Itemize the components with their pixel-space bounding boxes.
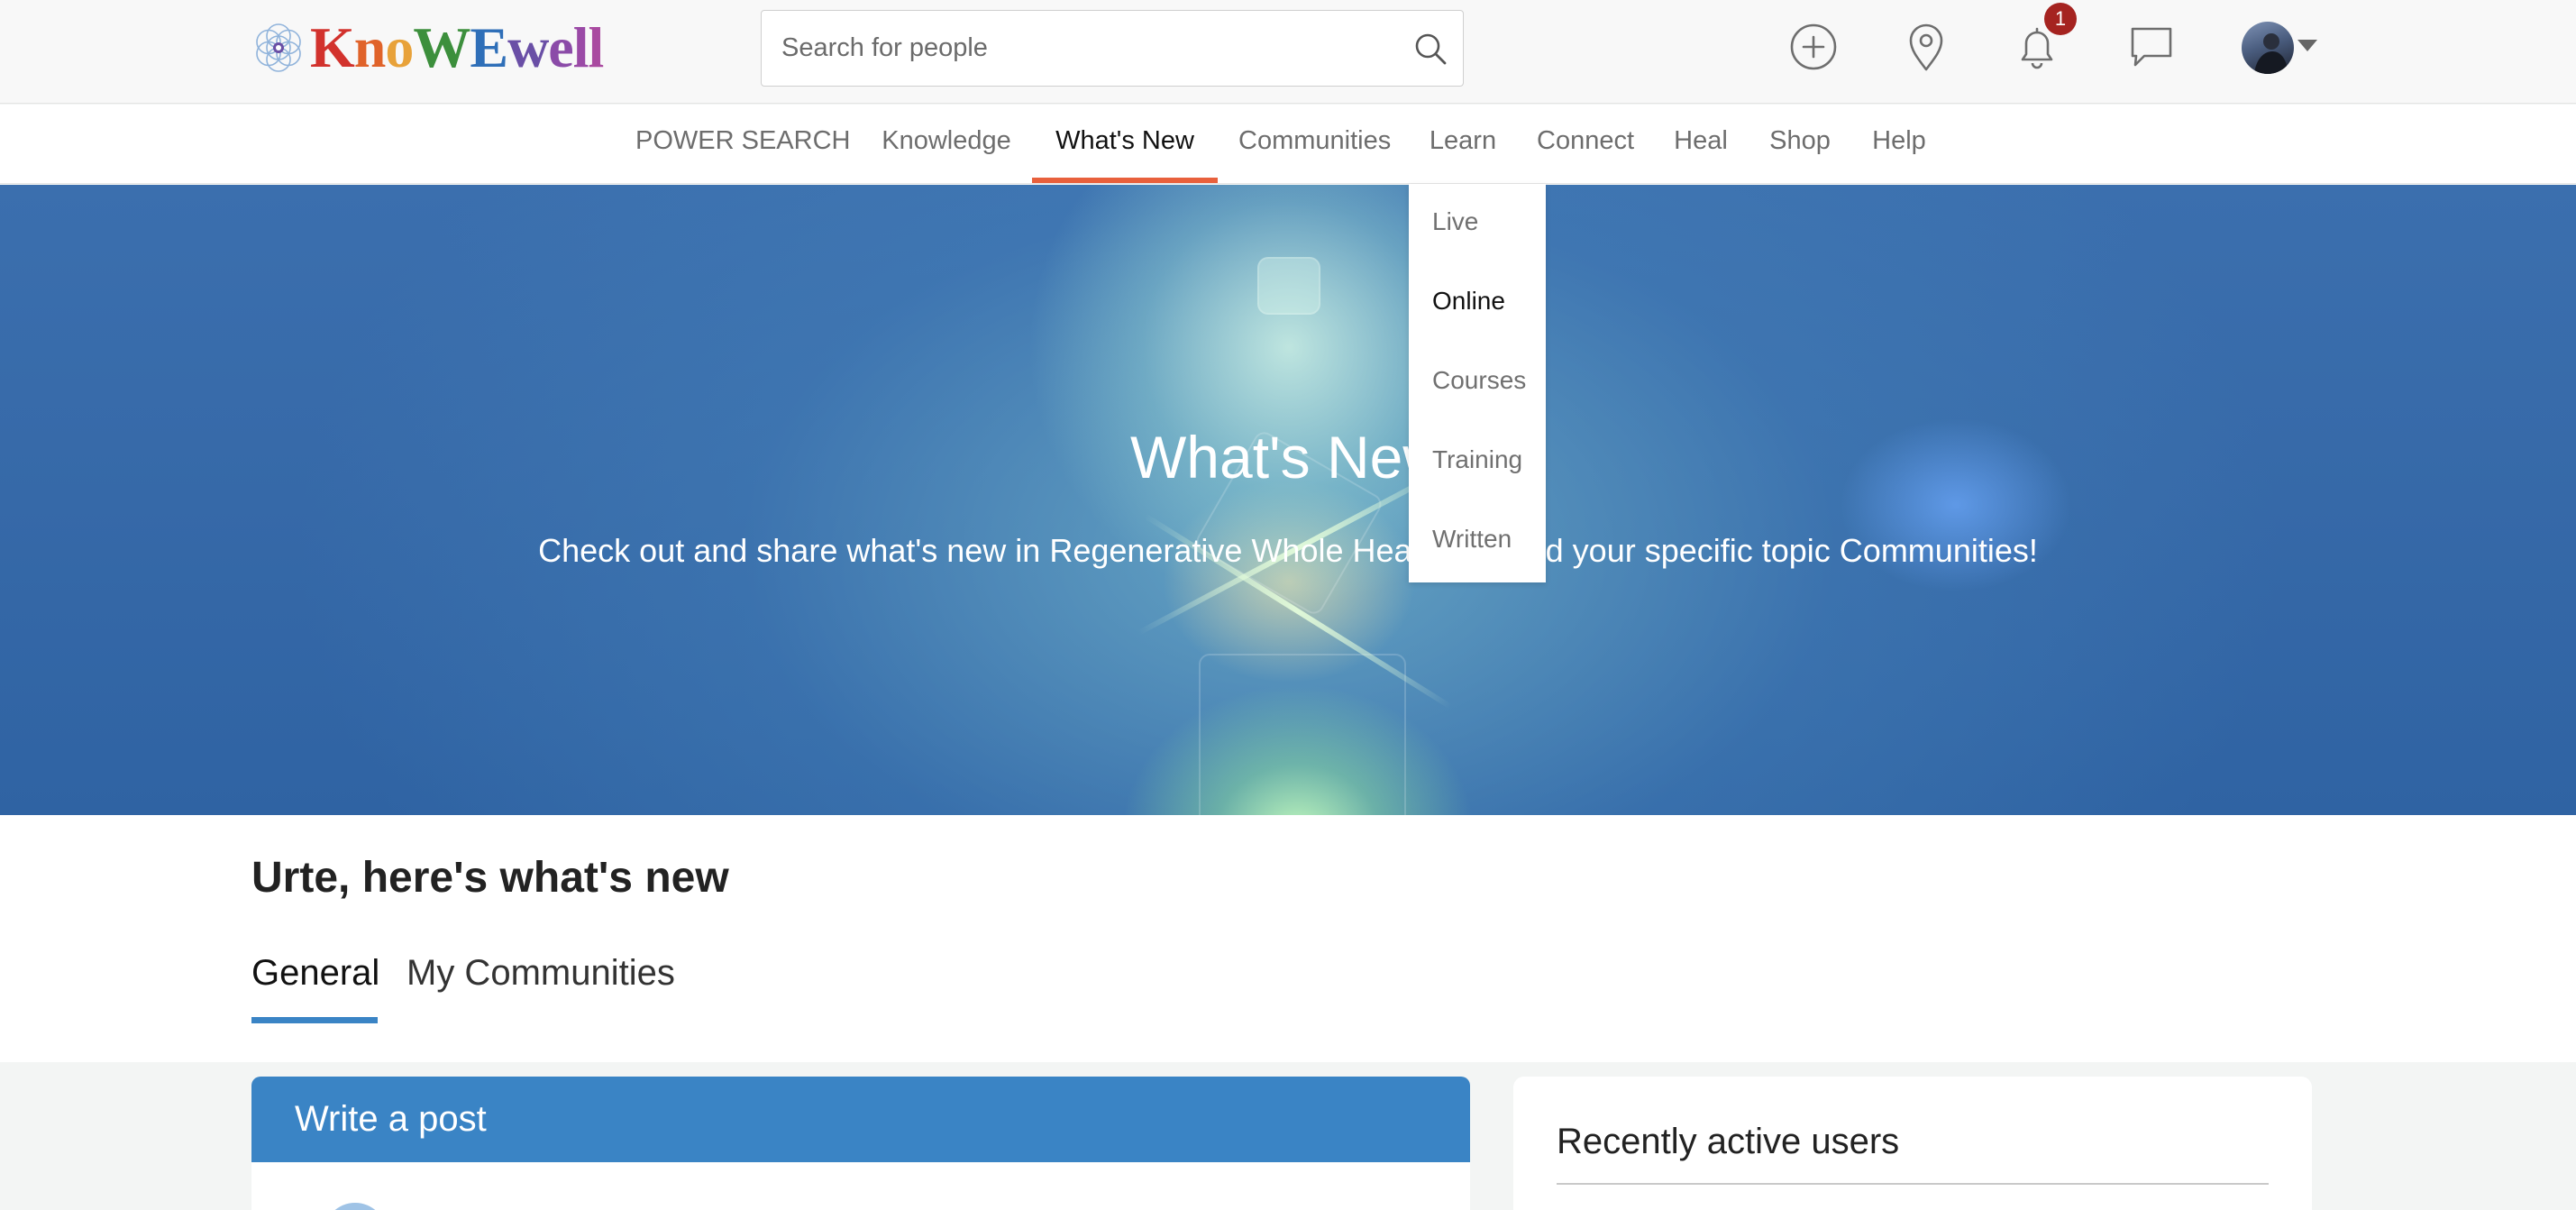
tab-active-indicator <box>251 1017 378 1023</box>
nav-power-search[interactable]: POWER SEARCH <box>635 105 850 184</box>
hero-banner: What's New Check out and share what's ne… <box>0 185 2576 815</box>
menu-item-live[interactable]: Live <box>1432 204 1478 240</box>
feed-header: Urte, here's what's new General My Commu… <box>0 815 2576 1062</box>
nav-whats-new[interactable]: What's New <box>1032 105 1218 184</box>
write-post-header: Write a post <box>251 1077 1470 1162</box>
location-pin-icon[interactable] <box>1899 20 1953 74</box>
menu-item-online[interactable]: Online <box>1432 283 1505 319</box>
logo-letter: n <box>353 15 387 79</box>
menu-item-training[interactable]: Training <box>1432 442 1522 478</box>
hero-title: What's New <box>1129 424 1446 490</box>
chevron-down-icon[interactable] <box>2297 40 2317 51</box>
nav-knowledge[interactable]: Knowledge <box>881 105 1012 184</box>
notification-count-badge: 1 <box>2044 3 2077 35</box>
logo-letter: e <box>548 15 573 79</box>
divider <box>1557 1183 2269 1185</box>
menu-item-written[interactable]: Written <box>1432 521 1512 557</box>
nav-learn[interactable]: Learn <box>1429 105 1497 184</box>
nav-help[interactable]: Help <box>1871 105 1927 184</box>
logo-wordmark: KnoWEwell <box>310 15 604 79</box>
search-icon[interactable] <box>1411 29 1450 69</box>
hero-decoration <box>1257 257 1320 315</box>
post-author-avatar <box>324 1203 387 1210</box>
hero-decoration <box>1199 654 1406 815</box>
tab-my-communities[interactable]: My Communities <box>406 948 675 998</box>
menu-item-courses[interactable]: Courses <box>1432 362 1526 399</box>
search-input[interactable] <box>762 11 1393 86</box>
page-title: Urte, here's what's new <box>251 854 729 902</box>
logo-letter: o <box>385 15 414 79</box>
main-nav: POWER SEARCH Knowledge What's New Commun… <box>0 105 2576 184</box>
tab-general[interactable]: General <box>251 948 379 998</box>
add-icon[interactable] <box>1786 20 1841 74</box>
hero-subtitle: Check out and share what's new in Regene… <box>538 532 2038 569</box>
learn-dropdown-menu: Live Online Courses Training Written <box>1409 184 1546 582</box>
recent-users-title: Recently active users <box>1557 1122 1900 1161</box>
nav-connect[interactable]: Connect <box>1537 105 1634 184</box>
logo-letter: W <box>413 15 470 79</box>
logo-letter: E <box>470 15 508 79</box>
write-post-card: Write a post <box>251 1077 1470 1210</box>
top-header: KnoWEwell 1 <box>0 0 2576 104</box>
logo-letter: w <box>507 15 549 79</box>
site-logo[interactable]: KnoWEwell <box>249 15 604 79</box>
user-avatar[interactable] <box>2242 22 2294 74</box>
chat-icon[interactable] <box>2124 20 2179 74</box>
nav-shop[interactable]: Shop <box>1769 105 1831 184</box>
nav-active-indicator <box>1032 178 1218 183</box>
nav-communities[interactable]: Communities <box>1238 105 1391 184</box>
flower-of-life-icon <box>249 18 308 78</box>
write-post-title: Write a post <box>295 1099 487 1139</box>
logo-letter: l <box>572 15 589 79</box>
nav-heal[interactable]: Heal <box>1673 105 1729 184</box>
logo-letter: l <box>588 15 604 79</box>
people-search <box>761 10 1464 87</box>
recent-users-card: Recently active users <box>1513 1077 2312 1210</box>
logo-letter: K <box>310 15 355 79</box>
